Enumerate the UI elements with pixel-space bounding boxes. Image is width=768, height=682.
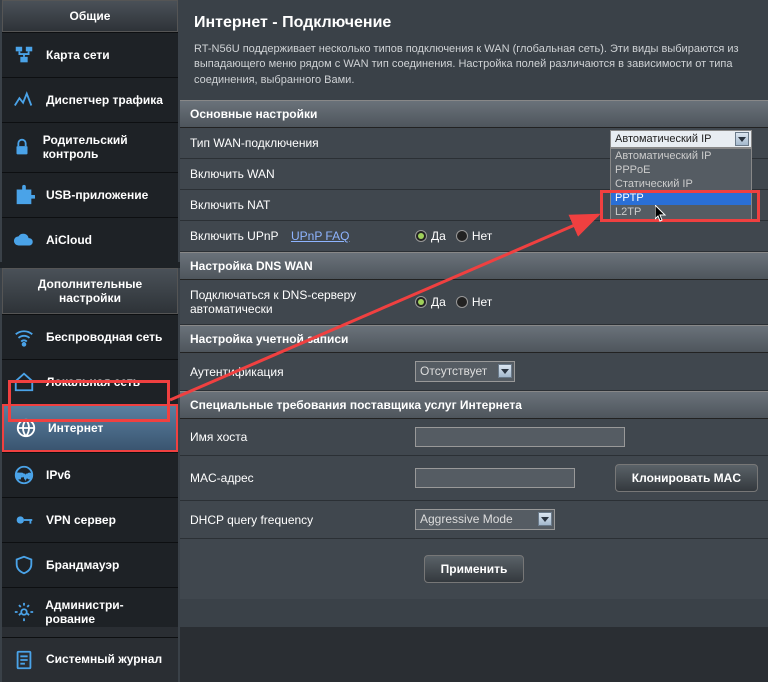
page-description: RT-N56U поддерживает несколько типов под… [180,42,768,100]
sidebar-label: Беспроводная сеть [46,330,162,344]
sidebar-item-network-map[interactable]: Карта сети [2,32,178,77]
sidebar-item-wireless[interactable]: Беспроводная сеть [2,314,178,359]
sidebar: Общие Карта сети Диспетчер трафика Родит… [0,0,180,627]
sidebar-item-firewall[interactable]: Брандмауэр [2,542,178,587]
select-dhcp-freq[interactable]: Aggressive Mode [415,509,555,530]
dropdown-option[interactable]: Статический IP [611,177,751,191]
dropdown-option[interactable]: PPPoE [611,163,751,177]
sidebar-label: Родительский контроль [43,133,170,162]
section-basic: Основные настройки [180,100,768,128]
main-content: Интернет - Подключение RT-N56U поддержив… [180,0,768,627]
sidebar-item-parental[interactable]: Родительский контроль [2,122,178,172]
input-hostname[interactable] [415,427,625,447]
sidebar-label: Локальная сеть [46,375,140,389]
puzzle-icon [10,183,38,207]
page-title: Интернет - Подключение [180,0,768,42]
sidebar-label: VPN сервер [46,513,116,527]
traffic-icon [10,88,38,112]
label-dns-auto: Подключаться к DNS-серверу автоматически [190,288,415,316]
sidebar-item-traffic[interactable]: Диспетчер трафика [2,77,178,122]
gear-icon [10,600,37,624]
input-mac[interactable] [415,468,575,488]
section-isp: Специальные требования поставщика услуг … [180,391,768,419]
apply-button[interactable]: Применить [424,555,525,583]
label-enable-upnp: Включить UPnP UPnP FAQ [190,229,415,243]
section-account: Настройка учетной записи [180,325,768,353]
label-dhcp-freq: DHCP query frequency [190,513,415,527]
row-auth: Аутентификация Отсутствует [180,353,768,391]
label-auth: Аутентификация [190,365,415,379]
radio-upnp-no[interactable]: Нет [456,229,492,243]
lock-icon [10,135,35,159]
dropdown-option[interactable]: L2TP [611,205,751,219]
sidebar-item-syslog[interactable]: Системный журнал [2,637,178,682]
row-dhcp-freq: DHCP query frequency Aggressive Mode [180,501,768,539]
upnp-faq-link[interactable]: UPnP FAQ [291,229,349,243]
radio-upnp-yes[interactable]: Да [415,229,446,243]
label-mac: MAC-адрес [190,471,415,485]
sidebar-item-vpn[interactable]: VPN сервер [2,497,178,542]
sidebar-item-ipv6[interactable]: IPv6 IPv6 [2,452,178,497]
dropdown-option[interactable]: Автоматический IP [611,149,751,163]
row-mac: MAC-адрес Клонировать MAC [180,456,768,501]
chevron-down-icon [538,512,552,526]
svg-text:IPv6: IPv6 [17,471,32,480]
document-icon [10,648,38,672]
sidebar-label: Брандмауэр [46,558,119,572]
label-hostname: Имя хоста [190,430,415,444]
sidebar-header-general: Общие [2,0,178,32]
label-wan-type: Тип WAN-подключения [190,136,415,150]
sidebar-label: Диспетчер трафика [46,93,163,107]
row-enable-upnp: Включить UPnP UPnP FAQ Да Нет [180,221,768,252]
radio-dns-no[interactable]: Нет [456,295,492,309]
sidebar-item-admin[interactable]: Администри-рование [2,587,178,637]
globe-icon [12,416,40,440]
shield-icon [10,553,38,577]
label-enable-nat: Включить NAT [190,198,415,212]
row-hostname: Имя хоста [180,419,768,456]
dropdown-option-pptp[interactable]: PPTP [611,191,751,205]
sidebar-header-advanced: Дополнительные настройки [2,268,178,314]
sidebar-label: Системный журнал [46,652,162,666]
chevron-down-icon [735,132,749,146]
sidebar-label: USB-приложение [46,188,148,202]
row-dns-auto: Подключаться к DNS-серверу автоматически… [180,280,768,325]
home-icon [10,370,38,394]
select-wan-type[interactable]: Автоматический IP [610,130,752,148]
cloud-icon [10,228,38,252]
sidebar-item-usb[interactable]: USB-приложение [2,172,178,217]
wan-type-dropdown-list: Автоматический IP PPPoE Статический IP P… [610,148,752,220]
select-auth[interactable]: Отсутствует [415,361,515,382]
sidebar-label: AiCloud [46,233,92,247]
wifi-icon [10,325,38,349]
label-enable-wan: Включить WAN [190,167,415,181]
sidebar-label: Интернет [48,421,103,435]
sidebar-item-internet[interactable]: Интернет [2,404,178,452]
sidebar-label: Карта сети [46,48,110,62]
ipv6-icon: IPv6 [10,463,38,487]
clone-mac-button[interactable]: Клонировать MAC [615,464,758,492]
key-icon [10,508,38,532]
sidebar-label: Администри-рование [45,598,170,627]
radio-dns-yes[interactable]: Да [415,295,446,309]
section-dns: Настройка DNS WAN [180,252,768,280]
sidebar-item-lan[interactable]: Локальная сеть [2,359,178,404]
sidebar-item-aicloud[interactable]: AiCloud [2,217,178,262]
chevron-down-icon [498,364,512,378]
sidebar-label: IPv6 [46,468,71,482]
network-map-icon [10,43,38,67]
